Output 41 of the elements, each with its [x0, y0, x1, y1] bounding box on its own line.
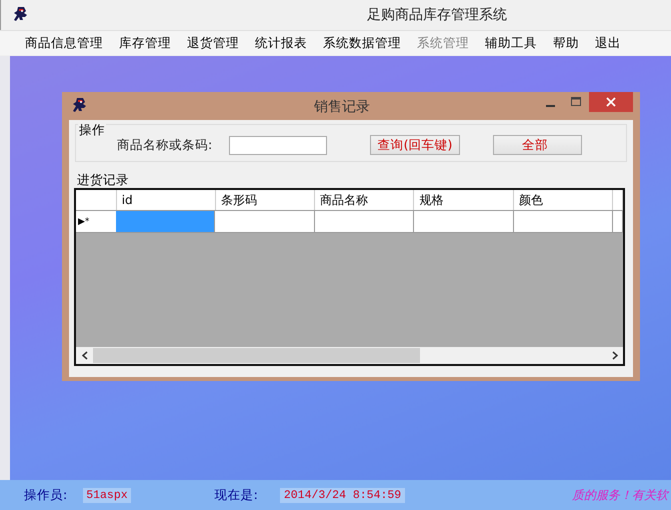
slogan-text: 质的服务！有关软 [572, 486, 668, 504]
menu-item[interactable]: 系统数据管理 [315, 34, 409, 52]
menu-item[interactable]: 退出 [587, 34, 629, 52]
menu-item[interactable]: 帮助 [545, 34, 587, 52]
column-header[interactable]: 商品名称 [315, 190, 414, 210]
table-cell[interactable] [612, 211, 623, 233]
scroll-thumb[interactable] [93, 348, 420, 363]
group-title: 进货记录 [77, 173, 130, 187]
group-title: 操作 [78, 122, 106, 139]
search-label: 商品名称或条码: [117, 136, 214, 154]
time-label: 现在是: [214, 486, 258, 504]
close-icon [606, 97, 616, 107]
all-button[interactable]: 全部 [493, 135, 582, 155]
maximize-icon [570, 97, 582, 107]
table-cell[interactable] [215, 211, 315, 233]
minimize-icon [546, 105, 554, 107]
menu-item[interactable]: 库存管理 [111, 34, 179, 52]
table-cell[interactable] [514, 211, 613, 233]
menu-item[interactable]: 辅助工具 [477, 34, 545, 52]
query-button[interactable]: 查询(回车键) [370, 135, 460, 155]
table-cell[interactable] [314, 211, 414, 233]
menu-item[interactable]: 退货管理 [179, 34, 247, 52]
app-icon [72, 97, 88, 115]
column-header[interactable]: 规格 [414, 190, 514, 210]
current-time: 2014/3/24 8:54:59 [280, 488, 406, 502]
operator-label: 操作员: [24, 486, 68, 504]
menu-item[interactable]: 统计报表 [247, 34, 315, 52]
column-header[interactable]: 条形码 [216, 190, 316, 210]
column-header[interactable]: id [116, 190, 216, 210]
window-title: 足购商品库存管理系统 [367, 6, 507, 24]
table-cell[interactable] [414, 211, 514, 233]
search-field[interactable] [229, 136, 327, 154]
menu-item[interactable]: 商品信息管理 [17, 34, 111, 52]
dialog-title: 销售记录 [314, 98, 370, 116]
column-header[interactable]: 颜色 [514, 190, 614, 210]
horizontal-scrollbar[interactable] [76, 347, 623, 364]
row-indicator: ▶* [76, 211, 116, 233]
close-button[interactable] [589, 92, 633, 112]
app-icon [13, 6, 29, 24]
table-cell[interactable] [116, 211, 216, 233]
operator-name: 51aspx [83, 488, 131, 502]
